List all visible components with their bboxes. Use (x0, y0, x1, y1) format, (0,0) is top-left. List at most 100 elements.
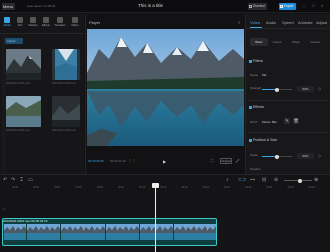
thumbnail-name: 20231024-0004.mp4 (52, 129, 76, 132)
effect-name[interactable]: Motion Blur (262, 120, 277, 124)
track-lock-icon[interactable]: ⌂ (3, 206, 5, 211)
scale-label: Scale (250, 153, 258, 157)
media-divider (0, 33, 84, 34)
transition-icon (57, 17, 63, 23)
redo-icon[interactable]: ↷ (11, 177, 15, 183)
preview-canvas[interactable] (87, 29, 244, 146)
clip-frame (184, 224, 196, 240)
export-label: Export (284, 4, 294, 8)
microphone-icon[interactable]: ♪ (226, 177, 229, 183)
tool-transition[interactable]: Transition (54, 16, 66, 32)
ruler-tick: 00:12 (139, 186, 146, 189)
minimize-icon[interactable]: – (303, 4, 307, 8)
ruler-tick: 00:26 (287, 186, 294, 189)
delete-clip-icon[interactable]: ▭ (28, 177, 33, 183)
link-icon[interactable]: ⊶ (250, 177, 255, 183)
import-button[interactable]: Import (5, 38, 23, 44)
scale-value[interactable]: 50% (297, 153, 314, 159)
thumbnail-name: 20231024-0003.mp4 (6, 129, 30, 132)
playhead-handle[interactable] (152, 183, 159, 188)
clip-frame (26, 224, 38, 240)
zoom-in-icon[interactable]: ⊕ (314, 177, 318, 183)
subtab-mask[interactable]: Mask (287, 38, 305, 46)
effect-label: EFCT (250, 120, 258, 124)
media-thumbnail[interactable] (6, 49, 41, 80)
tab-speed[interactable]: Speed (282, 20, 294, 25)
media-icon (4, 17, 10, 23)
media-thumbnail[interactable] (52, 49, 80, 80)
edit-icon[interactable]: ✎ (284, 118, 290, 124)
tool-stickers[interactable]: Stickers (27, 16, 39, 32)
tool-filters[interactable]: Filters (69, 16, 81, 32)
ruler-tick: 00:18 (202, 186, 209, 189)
media-thumbnail[interactable] (6, 96, 41, 127)
project-title[interactable]: This is a title (138, 3, 163, 8)
slider-knob[interactable] (275, 87, 279, 92)
tab-audio[interactable]: Audio (266, 20, 276, 25)
ruler-tick: 00:06 (75, 186, 82, 189)
media-thumbnail[interactable] (52, 96, 80, 127)
clip-frame (60, 224, 72, 240)
subtab-basic[interactable]: Basic (250, 38, 268, 46)
filter-strength-slider[interactable] (262, 87, 292, 92)
snap-icon[interactable]: ⊂⊃ (238, 177, 246, 183)
menu-button[interactable]: Menu (2, 3, 15, 10)
clip-frame (139, 224, 151, 240)
play-icon[interactable]: ▶ (163, 159, 167, 164)
bars-icon: ⋮⋮ (128, 158, 136, 163)
ruler-tick: 00:10 (118, 186, 124, 189)
export-button[interactable]: Export (279, 3, 296, 10)
toggle-icon[interactable] (249, 105, 252, 109)
fullscreen-icon[interactable]: ⤢ (236, 158, 239, 163)
fullscreen-ratio-icon[interactable]: ⛶ (211, 158, 214, 163)
tool-label: Filters (71, 24, 79, 27)
original-ratio-button[interactable]: Original (220, 158, 232, 164)
keyframe-icon[interactable]: ◇ (318, 86, 321, 91)
zoom-knob[interactable] (298, 178, 302, 183)
tool-effects[interactable]: Effects (40, 16, 52, 32)
autosave-status: Auto saved: 12:25:33 (27, 4, 56, 8)
scale-slider[interactable] (262, 154, 292, 159)
category-rail (2, 35, 5, 175)
subtab-cutout[interactable]: Cutout (268, 38, 286, 46)
tab-adjust[interactable]: Adjust (316, 20, 327, 25)
shortcut-button[interactable]: Shortcut (248, 3, 267, 10)
section-title: Position & Size (253, 138, 278, 142)
position-size-heading: Position & Size (249, 138, 277, 142)
tab-video[interactable]: Video (250, 20, 260, 25)
clip-frame (173, 224, 185, 240)
filter-name-value[interactable]: Mix (262, 73, 267, 77)
split-icon[interactable]: ⌶ (20, 177, 23, 183)
close-icon[interactable]: × (321, 4, 325, 8)
ruler-tick: 00:24 (266, 186, 273, 189)
ruler-tick: 00:14 (160, 186, 167, 189)
tool-text[interactable]: Text (14, 16, 26, 32)
slider-knob[interactable] (275, 154, 279, 159)
tab-divider (246, 28, 330, 29)
clip-frame (37, 224, 49, 240)
filter-name-label: Name (250, 73, 259, 77)
undo-icon[interactable]: ↶ (3, 177, 7, 183)
toggle-icon[interactable] (249, 59, 252, 63)
tool-label: Effects (42, 24, 50, 27)
thumbnail-image (6, 49, 41, 80)
filters-icon (72, 17, 78, 23)
delete-icon[interactable]: 🗑 (293, 118, 299, 124)
zoom-out-icon[interactable]: ⊖ (274, 177, 278, 183)
subtab-canvas[interactable]: Canvas (306, 38, 324, 46)
ruler-tick: 00:02 (33, 186, 40, 189)
toggle-icon[interactable] (249, 138, 252, 142)
ruler-tick: 00:20 (224, 186, 230, 189)
keyframe-icon[interactable]: ◇ (318, 153, 321, 158)
clip-frame (49, 224, 61, 240)
more-icon[interactable]: ≡ (238, 20, 240, 25)
maximize-icon[interactable]: □ (312, 4, 316, 8)
tab-animate[interactable]: Animate (298, 20, 313, 25)
text-icon (17, 17, 23, 23)
playhead[interactable] (155, 185, 156, 252)
tool-media[interactable]: Media (1, 16, 13, 32)
time-ruler[interactable]: 00:00 00:02 00:04 00:06 00:08 00:10 00:12 00:14… (12, 186, 330, 192)
zoom-slider[interactable] (284, 178, 312, 183)
preview-axis-icon[interactable]: ⊟ (262, 177, 266, 183)
filter-strength-value[interactable]: 50% (297, 86, 314, 92)
